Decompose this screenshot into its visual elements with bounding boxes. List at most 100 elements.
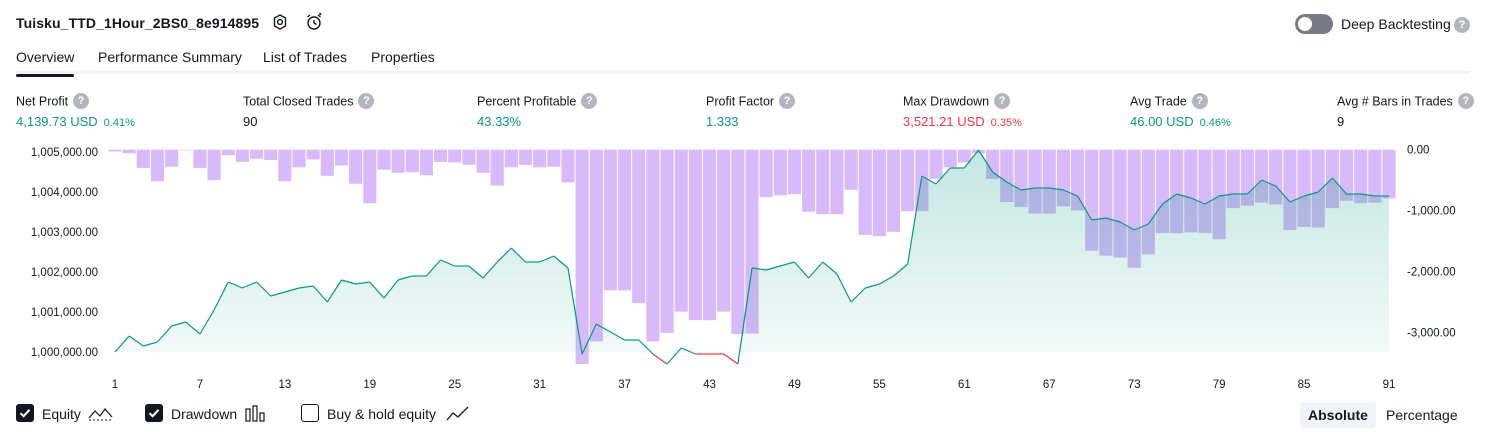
x-axis-tick: 91 [1383, 379, 1396, 391]
tab-performance-summary[interactable]: Performance Summary [98, 49, 242, 74]
drawdown-bar [434, 149, 448, 162]
top-bar: Tuisku_TTD_1Hour_2BS0_8e914895 Deep Back… [0, 0, 1486, 44]
x-axis-tick: 37 [618, 379, 631, 391]
buy-hold-equity-checkbox[interactable] [301, 404, 319, 422]
tab-list-of-trades[interactable]: List of Trades [263, 49, 347, 74]
drawdown-bar [363, 149, 377, 204]
metric-avg-bars-in-trades: Avg # Bars in Trades? 9 [1337, 93, 1474, 129]
drawdown-bar [320, 149, 334, 176]
drawdown-bar [207, 149, 221, 181]
drawdown-bar [660, 149, 674, 333]
drawdown-bar [943, 149, 957, 168]
right-axis-tick: -3,000.00 [1407, 327, 1456, 339]
drawdown-bar [405, 149, 419, 173]
drawdown-bar [858, 149, 872, 235]
drawdown-bar [787, 149, 802, 195]
drawdown-bar [278, 149, 292, 182]
x-axis-tick: 43 [703, 379, 716, 391]
info-icon[interactable]: ? [358, 93, 375, 109]
info-icon[interactable]: ? [73, 93, 90, 109]
equity-line-icon [88, 408, 113, 421]
equity-line-segment [652, 353, 668, 365]
drawdown-bar [589, 149, 603, 342]
metric-label: Avg # Bars in Trades [1337, 94, 1453, 109]
left-axis-tick: 1,005,000.00 [31, 147, 98, 159]
x-axis-tick: 31 [533, 379, 546, 391]
chart-canvas[interactable]: 1,000,000.00 1,001,000.00 1,002,000.00 1,00… [0, 134, 1486, 394]
x-axis-tick: 7 [197, 379, 203, 391]
drawdown-bar [830, 149, 844, 215]
metric-net-profit: Net Profit? 4,139.73 USD 0.41% [16, 93, 135, 129]
info-icon[interactable]: ? [994, 93, 1011, 109]
drawdown-bar [844, 149, 858, 190]
drawdown-bar [518, 149, 533, 165]
settings-gear-icon[interactable] [270, 12, 290, 32]
info-icon[interactable]: ? [1457, 93, 1474, 109]
drawdown-bar [108, 149, 122, 152]
drawdown-bar [1382, 149, 1396, 199]
strategy-title: Tuisku_TTD_1Hour_2BS0_8e914895 [16, 15, 260, 31]
metric-label: Avg Trade [1130, 94, 1187, 109]
drawdown-bar [504, 149, 518, 168]
buy-hold-legend-label: Buy & hold equity [327, 406, 436, 422]
deep-backtesting-toggle[interactable] [1295, 14, 1333, 34]
x-axis-tick: 49 [788, 379, 801, 391]
metric-percent-profitable: Percent Profitable? 43.33% [477, 93, 598, 129]
drawdown-bar [561, 149, 575, 183]
drawdown-bar [688, 149, 702, 321]
drawdown-bar [462, 149, 476, 165]
toggle-knob [1298, 17, 1312, 31]
drawdown-bar [150, 149, 165, 182]
info-icon[interactable]: ? [581, 93, 598, 109]
left-axis-tick: 1,000,000.00 [31, 347, 98, 359]
buy-hold-line-icon [446, 406, 469, 421]
info-icon[interactable]: ? [779, 93, 796, 109]
drawdown-bar [618, 149, 632, 291]
x-axis-tick: 1 [112, 379, 118, 391]
metric-total-closed-trades: Total Closed Trades? 90 [243, 93, 375, 129]
metric-percent: 0.41% [103, 117, 135, 129]
x-axis-tick: 61 [958, 379, 971, 391]
drawdown-bar [193, 149, 207, 168]
drawdown-bar [731, 149, 745, 335]
metric-profit-factor: Profit Factor? 1.333 [706, 93, 796, 129]
equity-drawdown-chart[interactable]: 1,000,000.00 1,001,000.00 1,002,000.00 1,00… [0, 134, 1486, 394]
metric-label: Percent Profitable [477, 94, 577, 109]
drawdown-bar [702, 149, 717, 321]
x-axis-tick: 67 [1043, 379, 1056, 391]
metric-value: 43.33% [477, 114, 522, 129]
drawdown-bar [476, 149, 490, 173]
deep-backtesting-help-icon[interactable]: ? [1454, 17, 1470, 33]
metric-value: 4,139.73 USD [16, 114, 98, 129]
drawdown-bar [391, 149, 405, 173]
drawdown-bar [547, 149, 561, 167]
right-axis-tick: -2,000.00 [1407, 266, 1456, 278]
x-axis-tick: 73 [1128, 379, 1141, 391]
drawdown-legend-label: Drawdown [171, 406, 238, 422]
equity-line-segment [723, 353, 739, 365]
left-axis-tick: 1,003,000.00 [31, 227, 98, 239]
tab-overview[interactable]: Overview [16, 49, 75, 77]
drawdown-bar [646, 149, 660, 342]
equity-checkbox[interactable] [16, 404, 34, 422]
equity-legend-label: Equity [42, 406, 81, 422]
drawdown-bars-icon [245, 405, 265, 422]
tab-properties[interactable]: Properties [371, 49, 435, 74]
drawdown-bar [136, 149, 150, 168]
drawdown-bar [264, 149, 278, 161]
drawdown-bar [221, 149, 235, 156]
drawdown-bar [533, 149, 547, 168]
info-icon[interactable]: ? [1191, 93, 1208, 109]
percentage-mode-button[interactable]: Percentage [1378, 402, 1466, 428]
absolute-mode-button[interactable]: Absolute [1300, 402, 1376, 428]
drawdown-checkbox[interactable] [145, 404, 163, 422]
drawdown-bar [759, 149, 773, 198]
alarm-clock-icon[interactable] [304, 12, 324, 32]
metric-label: Max Drawdown [903, 94, 990, 109]
left-axis-tick: 1,004,000.00 [31, 187, 98, 199]
drawdown-bar [165, 149, 179, 167]
x-axis-tick: 25 [448, 379, 461, 391]
drawdown-bar [334, 149, 349, 166]
drawdown-bar [179, 149, 193, 151]
right-axis-tick: 0.00 [1407, 145, 1429, 157]
